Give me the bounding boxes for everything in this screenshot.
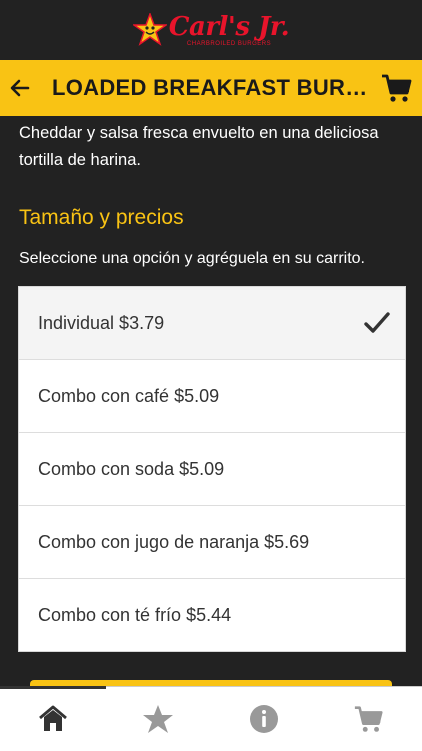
option-label: Combo con café $5.09 — [38, 386, 219, 407]
product-content[interactable]: tocino, hash brown, mezcla de quesos Jac… — [0, 116, 422, 686]
star-icon — [142, 703, 174, 735]
option-label: Individual $3.79 — [38, 313, 164, 334]
back-arrow-icon[interactable] — [8, 76, 32, 100]
checkmark-icon — [364, 311, 390, 335]
size-price-heading: Tamaño y precios — [19, 206, 184, 230]
home-icon — [37, 703, 69, 735]
option-label: Combo con jugo de naranja $5.69 — [38, 532, 309, 553]
info-icon — [248, 703, 280, 735]
star-mascot-icon — [133, 13, 167, 47]
cart-icon[interactable] — [380, 71, 414, 105]
option-label: Combo con soda $5.09 — [38, 459, 224, 480]
carls-jr-logo: Carl's Jr. CHARBROILED BURGERS — [133, 13, 289, 47]
option-combo-soda[interactable]: Combo con soda $5.09 — [19, 433, 405, 506]
cart-icon — [353, 703, 385, 735]
option-combo-jugo[interactable]: Combo con jugo de naranja $5.69 — [19, 506, 405, 579]
bottom-nav — [0, 686, 422, 751]
page-title: LOADED BREAKFAST BURRI… — [52, 75, 370, 101]
option-combo-cafe[interactable]: Combo con café $5.09 — [19, 360, 405, 433]
logo-bar: Carl's Jr. CHARBROILED BURGERS — [0, 0, 422, 60]
selection-instruction: Seleccione una opción y agréguela en su … — [19, 250, 365, 268]
product-description: tocino, hash brown, mezcla de quesos Jac… — [19, 116, 404, 174]
option-individual[interactable]: Individual $3.79 — [19, 287, 405, 360]
top-bar: LOADED BREAKFAST BURRI… — [0, 60, 422, 116]
option-label: Combo con té frío $5.44 — [38, 605, 231, 626]
nav-cart[interactable] — [317, 687, 422, 751]
nav-info[interactable] — [211, 687, 317, 751]
option-list: Individual $3.79 Combo con café $5.09 Co… — [18, 286, 406, 652]
nav-favorites[interactable] — [106, 687, 212, 751]
brand-name: Carl's Jr. — [169, 14, 289, 40]
option-combo-te[interactable]: Combo con té frío $5.44 — [19, 579, 405, 651]
nav-home[interactable] — [0, 687, 106, 751]
